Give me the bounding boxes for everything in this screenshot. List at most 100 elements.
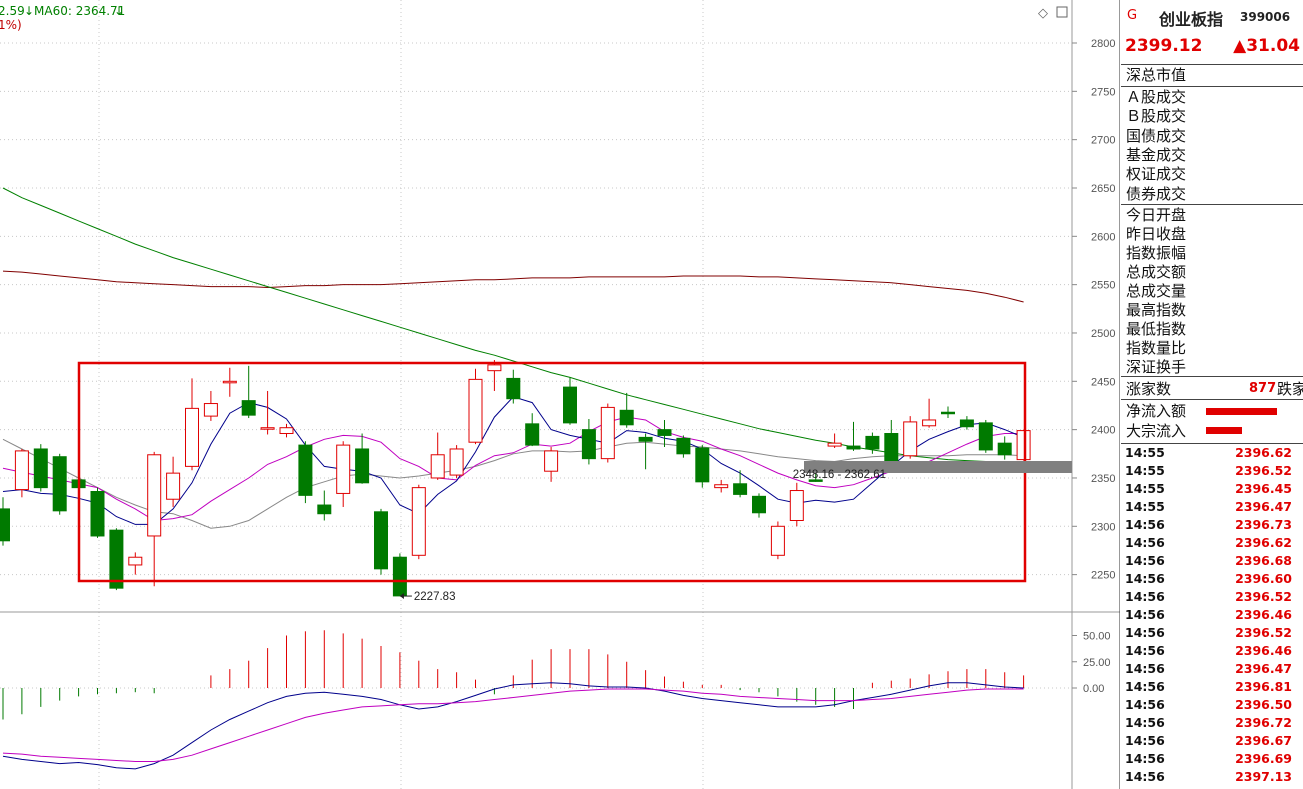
grid-layer <box>0 0 1120 789</box>
price-tick-label: 2500 <box>1091 328 1115 340</box>
candle <box>411 484 426 560</box>
candle-body-up <box>222 380 237 384</box>
candle-body-up <box>922 419 937 427</box>
turnover-label: Ａ股成交 <box>1126 88 1187 106</box>
candle <box>241 365 256 419</box>
candle <box>619 392 634 428</box>
candle-body-down <box>109 529 124 589</box>
tick-time: 14:56 <box>1125 733 1165 748</box>
tick-time: 14:56 <box>1125 715 1165 730</box>
candle-body-up <box>544 450 559 472</box>
candle-body-down <box>959 419 974 428</box>
down-count-label: 跌家 <box>1277 380 1303 398</box>
candle-body-down <box>298 444 313 496</box>
candle <box>884 419 899 464</box>
candle <box>903 416 918 459</box>
tick-value: 2396.68 <box>1235 553 1292 568</box>
candle <box>770 521 785 560</box>
tick-time: 14:56 <box>1125 643 1165 658</box>
index-name: 创业板指 <box>1159 10 1224 29</box>
diamond-icon[interactable]: ◇ <box>1038 6 1048 21</box>
volume-tick-label: 50.00 <box>1083 631 1111 643</box>
price-tick-label: 2750 <box>1091 86 1115 98</box>
candle-body-down <box>33 448 48 489</box>
dif-line <box>2 682 1024 770</box>
candle-body-up <box>468 378 483 443</box>
tick-value: 2396.47 <box>1235 661 1292 676</box>
tick-value: 2396.72 <box>1235 715 1292 730</box>
candle <box>487 360 502 391</box>
net-inflow-label: 净流入额 <box>1126 402 1187 420</box>
tick-time: 14:56 <box>1125 751 1165 766</box>
candle-body-up <box>600 406 615 460</box>
candle-body-down <box>846 445 861 450</box>
candle <box>676 435 691 458</box>
tick-time: 14:56 <box>1125 571 1165 586</box>
dea-line <box>2 688 1024 762</box>
candle-body-down <box>563 386 577 424</box>
index-stat-label: 指数振幅 <box>1126 244 1187 262</box>
candle-body-up <box>260 427 275 430</box>
net-inflow-bar <box>1206 408 1277 415</box>
candle-body-down <box>657 429 672 436</box>
tick-time: 14:55 <box>1125 481 1165 496</box>
ma-fragment-label: 2.59 <box>0 4 25 18</box>
candle <box>468 368 483 445</box>
candle-body-down <box>733 483 748 495</box>
candle-body-up <box>203 403 218 417</box>
candle-body-up <box>411 487 426 556</box>
tick-value: 2396.62 <box>1235 535 1292 550</box>
tick-value: 2396.46 <box>1235 643 1292 658</box>
close-chart-icon[interactable] <box>1056 6 1068 18</box>
tick-value: 2396.67 <box>1235 733 1292 748</box>
candle <box>922 398 937 428</box>
kline-chart-area[interactable]: 2227.83 2348.16 - 2362.61 2800 2750 2700 265… <box>0 0 1120 789</box>
chart-header: 2.59 ↓ MA60: 2364.71 ↓ 1%) ◇ <box>0 4 1068 32</box>
candle <box>846 421 861 451</box>
range-label: 2348.16 - 2362.61 <box>793 469 886 481</box>
candle-body-up <box>903 421 918 457</box>
tick-value: 2396.45 <box>1235 481 1292 496</box>
price-tick-label: 2250 <box>1091 570 1115 582</box>
tick-time: 14:56 <box>1125 553 1165 568</box>
candle-body-down <box>997 442 1012 456</box>
divider <box>1121 86 1303 87</box>
tick-value: 2396.47 <box>1235 499 1292 514</box>
tick-value: 2396.52 <box>1235 589 1292 604</box>
candle <box>1016 429 1031 461</box>
tick-time: 14:55 <box>1125 499 1165 514</box>
candle-body-up <box>279 427 294 435</box>
candle <box>336 441 351 507</box>
candle-body-up <box>1016 430 1031 461</box>
candle-body-up <box>714 484 729 489</box>
up-count-value: 877 <box>1249 381 1277 396</box>
candle <box>695 445 710 488</box>
candle-body-up <box>430 454 445 479</box>
candle-body-down <box>865 435 880 450</box>
index-stat-label: 最低指数 <box>1126 320 1187 338</box>
candle-body-down <box>525 423 540 446</box>
divider <box>1121 204 1303 205</box>
candle <box>374 508 388 575</box>
index-stat-label: 昨日收盘 <box>1126 225 1187 243</box>
index-stat-label: 深证换手 <box>1126 358 1187 376</box>
block-inflow-label: 大宗流入 <box>1126 422 1187 440</box>
candle <box>90 487 105 538</box>
price-tick-label: 2650 <box>1091 183 1115 195</box>
index-stat-label: 最高指数 <box>1126 301 1187 319</box>
candle-body-up <box>128 556 143 566</box>
ma60-line <box>2 187 1024 464</box>
index-stat-label: 总成交量 <box>1126 282 1187 300</box>
candle-body-down <box>752 495 766 514</box>
tick-time: 14:56 <box>1125 661 1165 676</box>
candle <box>298 441 313 504</box>
turnover-label: 权证成交 <box>1126 165 1187 184</box>
index-change: ▲31.04 <box>1233 36 1300 56</box>
tick-value: 2397.13 <box>1235 769 1292 784</box>
index-stat-label: 今日开盘 <box>1126 206 1187 224</box>
candle-body-down <box>506 377 521 400</box>
divider <box>1121 64 1303 65</box>
tick-value: 2396.60 <box>1235 571 1292 586</box>
price-tick-label: 2550 <box>1091 280 1115 292</box>
indicator-layer <box>0 630 1072 770</box>
